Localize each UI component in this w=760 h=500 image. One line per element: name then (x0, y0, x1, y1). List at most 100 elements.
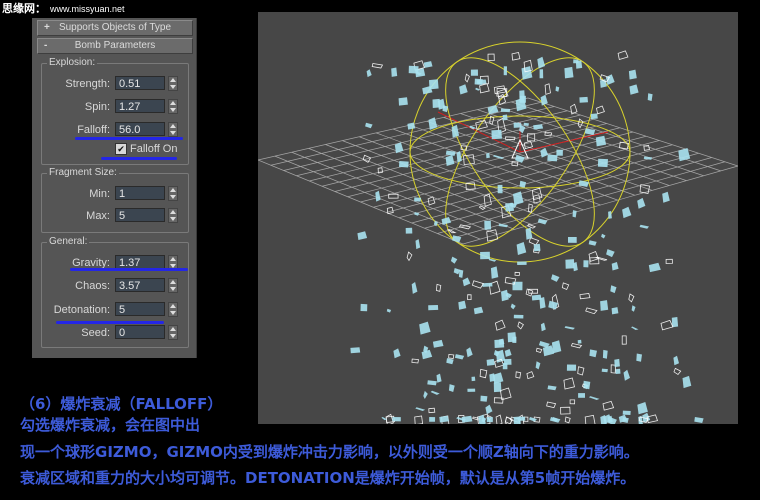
debris-fragment (572, 210, 577, 218)
debris-fragment (547, 385, 557, 391)
gravity-spinner-field[interactable]: 1.37 (115, 255, 165, 269)
strength-spinner-arrows[interactable] (168, 76, 178, 91)
min-spinner-arrows[interactable] (168, 186, 178, 201)
debris-fragment (648, 262, 661, 273)
supports-objects-rollout-button[interactable]: + Supports Objects of Type (37, 20, 193, 36)
debris-fragment (393, 348, 401, 359)
debris-fragment (546, 401, 557, 409)
debris-fragment (533, 243, 541, 252)
expand-icon: + (44, 22, 50, 33)
debris-fragment (366, 69, 372, 78)
debris-fragment (458, 300, 467, 310)
falloff-spinner-arrows[interactable] (168, 122, 178, 137)
debris-fragment (501, 289, 509, 302)
spinner-up-icon (170, 101, 176, 105)
debris-fragment (428, 305, 439, 311)
seed-spinner-arrows[interactable] (168, 325, 178, 340)
debris-fragment (528, 237, 540, 246)
debris-fragment (539, 297, 546, 309)
debris-fragment (423, 61, 433, 68)
min-spinner-field[interactable]: 1 (115, 186, 165, 200)
detonation-spinner-field[interactable]: 5 (115, 302, 165, 316)
debris-fragment (405, 227, 413, 234)
debris-fragment (537, 56, 546, 69)
seed-spinner-field[interactable]: 0 (115, 325, 165, 339)
debris-fragment (513, 314, 524, 319)
debris-fragment (428, 407, 436, 414)
chaos-row: Chaos: 3.57 (42, 278, 188, 294)
debris-fragment (629, 84, 639, 95)
debris-fragment (490, 266, 499, 279)
debris-fragment (473, 306, 484, 315)
debris-fragment (539, 69, 544, 79)
spin-row: Spin: 1.27 (42, 99, 188, 115)
strength-row: Strength: 0.51 (42, 76, 188, 92)
spinner-down-icon (170, 195, 176, 199)
chaos-spinner-arrows[interactable] (168, 278, 178, 293)
supports-objects-label: Supports Objects of Type (58, 22, 172, 33)
debris-fragment (504, 276, 517, 285)
falloff-on-checkbox[interactable]: ✔ (115, 143, 127, 155)
debris-fragment (502, 363, 508, 370)
debris-fragment (610, 285, 617, 294)
debris-fragment (540, 147, 549, 158)
falloff-on-checkbox-row[interactable]: ✔ Falloff On (115, 142, 195, 156)
bomb-parameters-rollout-button[interactable]: - Bomb Parameters (37, 38, 193, 54)
strength-spinner-field[interactable]: 0.51 (115, 76, 165, 90)
chaos-spinner-field[interactable]: 3.57 (115, 278, 165, 292)
debris-fragment (371, 63, 384, 69)
debris-fragment (525, 288, 534, 297)
debris-fragment (606, 249, 615, 258)
debris-fragment (636, 353, 642, 362)
detonation-label: Detonation: (53, 304, 110, 316)
min-row: Min: 1 (42, 186, 188, 202)
debris-fragment (577, 339, 582, 344)
debris-fragment (510, 303, 516, 310)
debris-fragment (662, 191, 670, 203)
debris-fragment (517, 261, 527, 265)
falloff-on-label: Falloff On (130, 143, 178, 155)
max-spinner-arrows[interactable] (168, 208, 178, 223)
falloff-label: Falloff: (77, 124, 110, 136)
debris-fragment (446, 358, 454, 365)
debris-fragment (439, 415, 449, 423)
debris-fragment (540, 322, 546, 332)
debris-fragment (608, 211, 612, 219)
debris-fragment (514, 271, 520, 276)
spinner-down-icon (170, 131, 176, 135)
debris-fragment (407, 122, 416, 130)
debris-fragment (637, 402, 648, 415)
debris-fragment (399, 161, 409, 168)
caption-line-3: 现一个球形GIZMO，GIZMO内受到爆炸冲击力影响，以外则受一个顺Z轴向下的重… (20, 443, 639, 461)
debris-fragment (454, 354, 465, 360)
debris-fragment (623, 369, 630, 381)
bomb-command-panel: + Supports Objects of Type - Bomb Parame… (32, 18, 197, 358)
debris-fragment (515, 371, 522, 379)
debris-fragment (561, 282, 570, 291)
debris-fragment (357, 231, 368, 240)
debris-fragment (385, 413, 394, 424)
debris-fragment (579, 293, 591, 300)
debris-fragment (513, 122, 522, 128)
debris-fragment (441, 217, 452, 225)
max-spinner-field[interactable]: 5 (115, 208, 165, 222)
debris-fragment (415, 239, 421, 250)
debris-fragment (601, 368, 608, 373)
spinner-down-icon (170, 108, 176, 112)
perspective-viewport[interactable] (258, 12, 738, 424)
debris-fragment (600, 300, 609, 311)
debris-fragment (555, 86, 560, 92)
spin-spinner-arrows[interactable] (168, 99, 178, 114)
spinner-down-icon (170, 85, 176, 89)
debris-fragment (386, 308, 392, 313)
debris-fragment (463, 154, 475, 166)
detonation-spinner-arrows[interactable] (168, 302, 178, 317)
debris-fragment (643, 156, 653, 160)
debris-fragment (435, 283, 442, 292)
falloff-spinner-field[interactable]: 56.0 (115, 122, 165, 136)
debris-fragment (673, 367, 682, 376)
debris-fragment (564, 326, 575, 330)
detonation-row: Detonation: 5 (42, 302, 188, 318)
spin-spinner-field[interactable]: 1.27 (115, 99, 165, 113)
debris-fragment (564, 66, 574, 79)
